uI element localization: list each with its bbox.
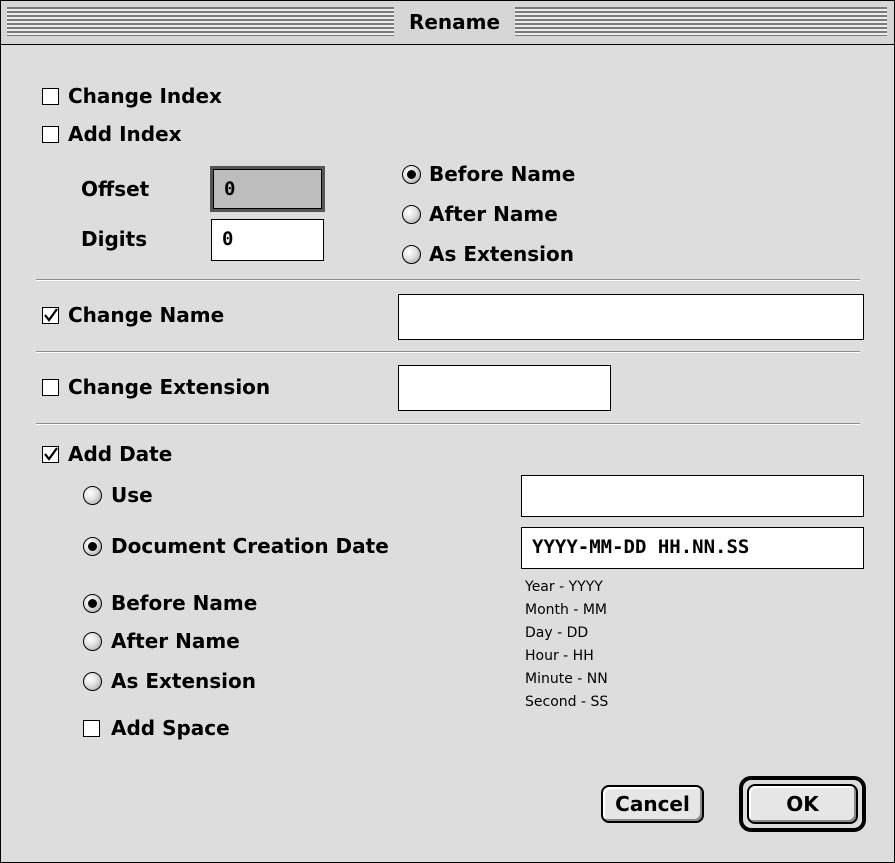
use-label[interactable]: Use bbox=[111, 482, 153, 508]
legend-line: Month - MM bbox=[525, 602, 607, 618]
change-extension-checkbox[interactable] bbox=[42, 379, 59, 396]
creation-date-radio[interactable] bbox=[83, 537, 102, 556]
add-date-checkbox[interactable] bbox=[42, 446, 59, 463]
legend-line: Hour - HH bbox=[525, 648, 594, 664]
index-as-extension-radio[interactable] bbox=[402, 245, 421, 264]
separator bbox=[36, 423, 860, 425]
index-after-name-radio[interactable] bbox=[402, 205, 421, 224]
change-index-label[interactable]: Change Index bbox=[68, 83, 222, 109]
date-after-name-radio[interactable] bbox=[83, 632, 102, 651]
add-index-label[interactable]: Add Index bbox=[68, 121, 182, 147]
date-before-name-radio[interactable] bbox=[83, 594, 102, 613]
rename-dialog: Rename Change Index Add Index Offset 0 D… bbox=[0, 0, 895, 863]
change-name-field[interactable] bbox=[398, 294, 864, 340]
legend-line: Minute - NN bbox=[525, 671, 608, 687]
use-date-field[interactable] bbox=[521, 475, 864, 517]
change-extension-field[interactable] bbox=[398, 365, 611, 411]
creation-date-label[interactable]: Document Creation Date bbox=[111, 533, 389, 559]
separator bbox=[36, 351, 860, 353]
date-as-extension-radio[interactable] bbox=[83, 672, 102, 691]
date-as-extension-label[interactable]: As Extension bbox=[111, 668, 256, 694]
date-before-name-label[interactable]: Before Name bbox=[111, 590, 257, 616]
digits-field[interactable]: 0 bbox=[211, 219, 324, 261]
index-as-extension-label[interactable]: As Extension bbox=[429, 241, 574, 267]
digits-label: Digits bbox=[81, 227, 148, 251]
change-name-label[interactable]: Change Name bbox=[68, 302, 224, 328]
add-space-checkbox[interactable] bbox=[83, 720, 100, 737]
index-before-name-radio[interactable] bbox=[402, 165, 421, 184]
title-bar[interactable]: Rename bbox=[1, 1, 894, 45]
add-date-label[interactable]: Add Date bbox=[68, 441, 172, 467]
index-after-name-label[interactable]: After Name bbox=[429, 201, 558, 227]
separator bbox=[36, 279, 860, 281]
change-extension-label[interactable]: Change Extension bbox=[68, 374, 270, 400]
use-radio[interactable] bbox=[83, 486, 102, 505]
date-format-field[interactable]: YYYY-MM-DD HH.NN.SS bbox=[521, 527, 864, 569]
window-title: Rename bbox=[396, 5, 513, 39]
cancel-button[interactable]: Cancel bbox=[601, 785, 704, 823]
title-stripes-right bbox=[515, 7, 887, 36]
legend-line: Day - DD bbox=[525, 625, 589, 641]
title-stripes-left bbox=[7, 7, 394, 36]
offset-field[interactable]: 0 bbox=[210, 166, 325, 212]
change-index-checkbox[interactable] bbox=[42, 88, 59, 105]
index-before-name-label[interactable]: Before Name bbox=[429, 161, 575, 187]
date-after-name-label[interactable]: After Name bbox=[111, 628, 240, 654]
add-space-label[interactable]: Add Space bbox=[111, 715, 230, 741]
legend-line: Year - YYYY bbox=[525, 579, 603, 595]
offset-label: Offset bbox=[81, 177, 150, 201]
ok-button[interactable]: OK bbox=[747, 784, 858, 824]
add-index-checkbox[interactable] bbox=[42, 126, 59, 143]
legend-line: Second - SS bbox=[525, 694, 609, 710]
change-name-checkbox[interactable] bbox=[42, 307, 59, 324]
checkmark-icon bbox=[44, 447, 58, 461]
checkmark-icon bbox=[44, 308, 58, 322]
